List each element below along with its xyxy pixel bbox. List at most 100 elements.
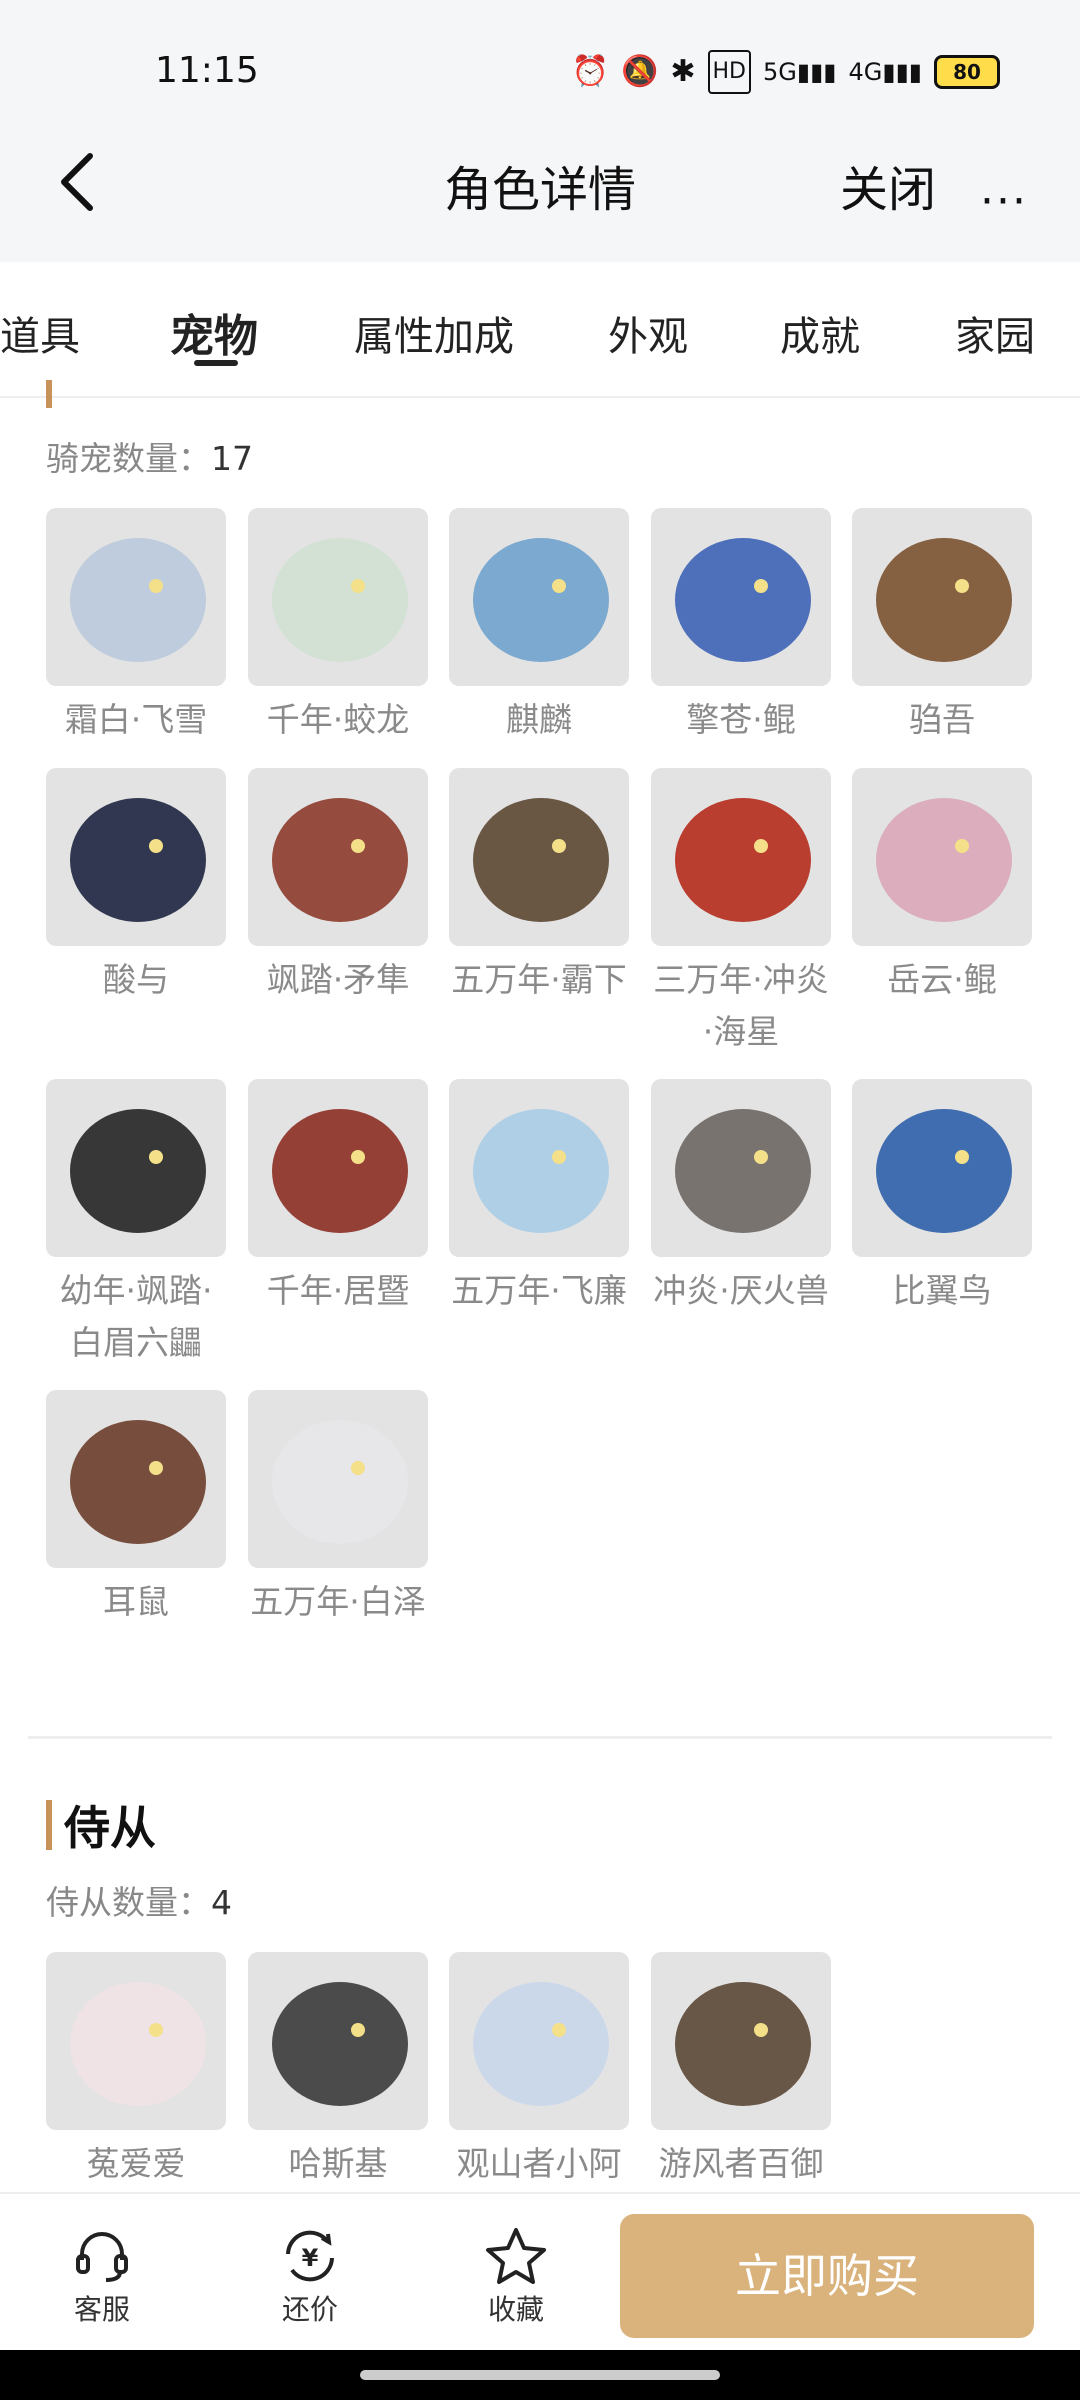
mount-item[interactable]: 五万年·霸下 xyxy=(449,768,629,1006)
mount-item[interactable]: 飒踏·矛隼 xyxy=(248,768,428,1006)
mount-item[interactable]: 五万年·飞廉 xyxy=(449,1079,629,1317)
mount-item[interactable]: 擎苍·鲲 xyxy=(651,508,831,746)
mount-item[interactable]: 霜白·飞雪 xyxy=(46,508,226,746)
mount-thumbnail xyxy=(248,1079,428,1257)
mount-item[interactable]: 驺吾 xyxy=(852,508,1032,746)
yuan-exchange-icon: ¥ xyxy=(286,2230,334,2282)
attendant-thumbnail xyxy=(248,1952,428,2130)
mount-item[interactable]: 岳云·鲲 xyxy=(852,768,1032,1006)
mount-item[interactable]: 三万年·冲炎·海星 xyxy=(651,768,831,1058)
active-tab-indicator xyxy=(194,360,238,366)
section-accent-bar xyxy=(46,1800,52,1850)
headset-icon xyxy=(76,2232,128,2282)
mount-name: 千年·蛟龙 xyxy=(266,700,410,739)
mount-count-label: 骑宠数量： xyxy=(46,439,211,478)
mount-name: 千年·居暨 xyxy=(266,1271,410,1310)
mount-name: 麒麟 xyxy=(506,700,572,739)
attendant-item[interactable]: 观山者小阿 xyxy=(449,1952,629,2190)
mount-item[interactable]: 比翼鸟 xyxy=(852,1079,1032,1317)
mount-thumbnail xyxy=(248,508,428,686)
mount-thumbnail xyxy=(46,508,226,686)
tab-appearance[interactable]: 外观 xyxy=(608,304,688,362)
bottom-action-bar: 客服 ¥ 还价 收藏 立即购买 xyxy=(0,2192,1080,2352)
mount-thumbnail xyxy=(449,1079,629,1257)
tab-home[interactable]: 家园 xyxy=(955,304,1035,362)
buy-now-button[interactable]: 立即购买 xyxy=(620,2214,1034,2338)
alarm-icon: ⏰ xyxy=(571,54,610,89)
mount-name: 酸与 xyxy=(103,960,169,999)
mount-count: 骑宠数量：17 xyxy=(46,432,253,480)
status-time: 11:15 xyxy=(155,50,259,91)
home-gesture-handle[interactable] xyxy=(360,2370,720,2380)
mount-name: 冲炎·厌火兽 xyxy=(653,1271,829,1310)
tab-items[interactable]: 道具 xyxy=(0,304,80,362)
mount-item[interactable]: 酸与 xyxy=(46,768,226,1006)
mount-thumbnail xyxy=(651,768,831,946)
status-icons: ⏰ 🔕 ✱ HD 5G▮▮▮ 4G▮▮▮ 80 xyxy=(572,50,1000,94)
favorite-button[interactable]: 收藏 xyxy=(456,2224,576,2328)
customer-service-label: 客服 xyxy=(73,2293,130,2326)
hd-icon: HD xyxy=(707,50,751,94)
mount-name: 耳鼠 xyxy=(103,1582,169,1621)
attendant-count-label: 侍从数量： xyxy=(46,1883,211,1922)
battery-icon: 80 xyxy=(934,55,1000,89)
favorite-label: 收藏 xyxy=(487,2293,544,2326)
attendants-title: 侍从 xyxy=(64,1801,156,1855)
signal-5g-icon: 5G▮▮▮ xyxy=(763,58,837,86)
customer-service-button[interactable]: 客服 xyxy=(42,2224,162,2328)
system-nav-bar xyxy=(0,2350,1080,2400)
mount-name: 擎苍·鲲 xyxy=(686,700,796,739)
section-divider xyxy=(28,1736,1052,1739)
attendant-thumbnail xyxy=(46,1952,226,2130)
mount-thumbnail xyxy=(248,1390,428,1568)
section-accent-bar xyxy=(46,380,52,408)
signal-4g-icon: 4G▮▮▮ xyxy=(848,58,923,86)
attendant-item[interactable]: 菟爱爱 xyxy=(46,1952,226,2190)
mount-thumbnail xyxy=(852,508,1032,686)
mount-thumbnail xyxy=(248,768,428,946)
attendant-item[interactable]: 哈斯基 xyxy=(248,1952,428,2190)
mount-item[interactable]: 冲炎·厌火兽 xyxy=(651,1079,831,1317)
mount-name: 驺吾 xyxy=(909,700,975,739)
attendant-name: 菟爱爱 xyxy=(86,2144,186,2183)
bargain-button[interactable]: ¥ 还价 xyxy=(250,2224,370,2328)
more-icon[interactable]: ··· xyxy=(980,176,1028,227)
mount-name: 比翼鸟 xyxy=(892,1271,992,1310)
bluetooth-icon: ✱ xyxy=(670,54,696,89)
attendant-name: 哈斯基 xyxy=(288,2144,388,2183)
mount-thumbnail xyxy=(449,768,629,946)
mount-item[interactable]: 五万年·白泽 xyxy=(248,1390,428,1628)
mount-thumbnail xyxy=(46,768,226,946)
mount-name: 五万年·白泽 xyxy=(250,1582,426,1621)
mount-item[interactable]: 幼年·飒踏·白眉六鼺 xyxy=(46,1079,226,1369)
mount-name: 五万年·霸下 xyxy=(451,960,627,999)
mount-thumbnail xyxy=(46,1079,226,1257)
tab-achievements[interactable]: 成就 xyxy=(780,304,860,362)
mount-count-value: 17 xyxy=(211,439,253,478)
attendant-item[interactable]: 游风者百御 xyxy=(651,1952,831,2190)
attendant-count: 侍从数量：4 xyxy=(46,1876,232,1924)
mount-thumbnail xyxy=(852,768,1032,946)
mount-item[interactable]: 耳鼠 xyxy=(46,1390,226,1628)
mount-item[interactable]: 千年·蛟龙 xyxy=(248,508,428,746)
star-icon xyxy=(486,2228,546,2284)
mount-thumbnail xyxy=(46,1390,226,1568)
close-button[interactable]: 关闭 xyxy=(840,150,936,220)
top-bar: 11:15 ⏰ 🔕 ✱ HD 5G▮▮▮ 4G▮▮▮ 80 角色详情 关闭 ··… xyxy=(0,0,1080,262)
attendant-count-value: 4 xyxy=(211,1883,232,1922)
mount-name: 幼年·飒踏·白眉六鼺 xyxy=(59,1271,213,1362)
mount-thumbnail xyxy=(651,1079,831,1257)
attendant-thumbnail xyxy=(449,1952,629,2130)
mount-item[interactable]: 麒麟 xyxy=(449,508,629,746)
tab-bar: 道具 宠物 属性加成 外观 成就 家园 xyxy=(0,262,1080,398)
mount-thumbnail xyxy=(852,1079,1032,1257)
svg-text:¥: ¥ xyxy=(302,2244,319,2272)
tab-attributes[interactable]: 属性加成 xyxy=(354,304,514,362)
mount-item[interactable]: 千年·居暨 xyxy=(248,1079,428,1317)
tab-pets[interactable]: 宠物 xyxy=(170,300,258,364)
mount-thumbnail xyxy=(651,508,831,686)
mount-name: 三万年·冲炎·海星 xyxy=(653,960,829,1051)
attendant-thumbnail xyxy=(651,1952,831,2130)
mount-name: 岳云·鲲 xyxy=(887,960,997,999)
attendant-name: 观山者小阿 xyxy=(456,2144,622,2183)
